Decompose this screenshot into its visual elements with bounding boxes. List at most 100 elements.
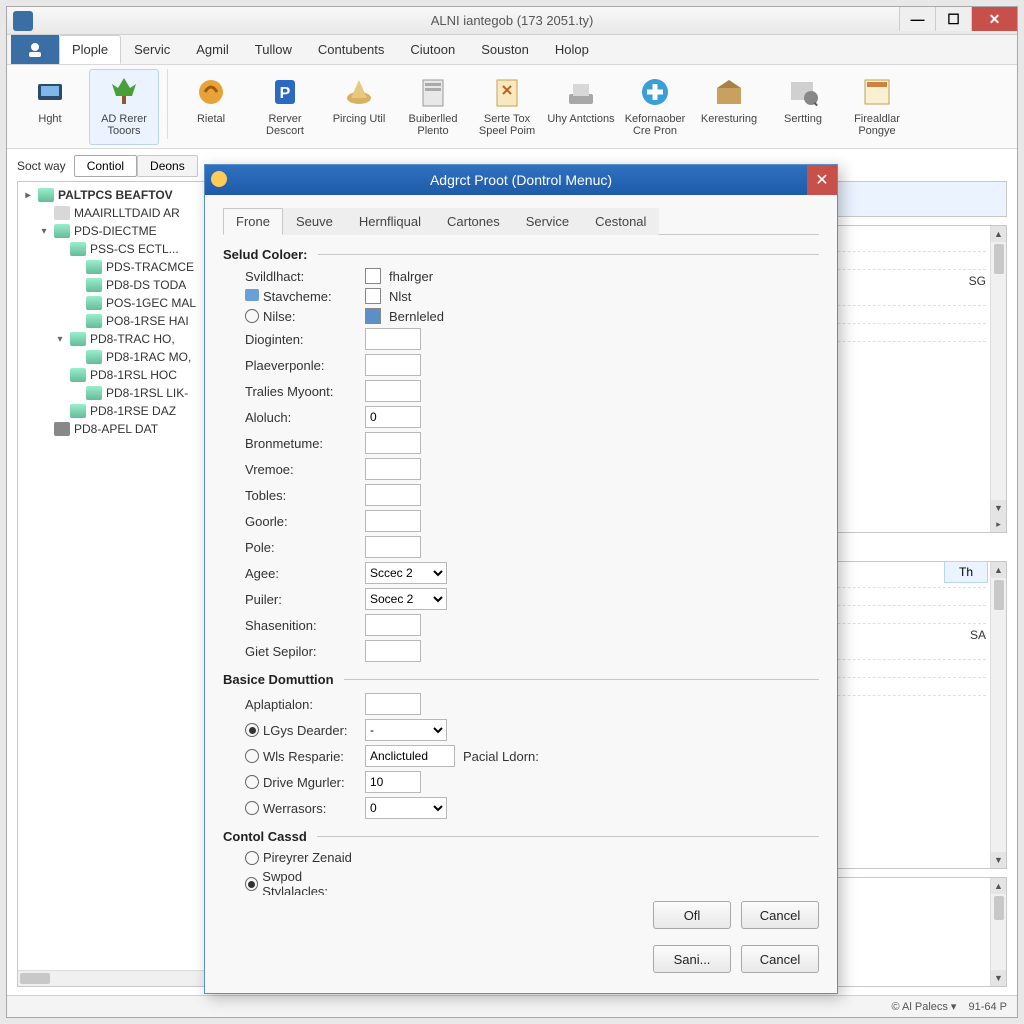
dialog-close-button[interactable]: ✕	[807, 165, 837, 195]
panel-1-scrollbar[interactable]: ▲ ▼ ▸	[990, 226, 1006, 532]
tree-item[interactable]: PD8-1RSE DAZ	[20, 402, 214, 420]
ribbon-icon	[489, 74, 525, 110]
menu-ciutoon[interactable]: Ciutoon	[397, 35, 468, 64]
titlebar: ALNI iantegob (173 2051.ty) — ☐ ✕	[7, 7, 1017, 35]
select-input[interactable]: Sccec 2	[365, 562, 447, 584]
panel-3-scrollbar[interactable]: ▲ ▼	[990, 878, 1006, 986]
ribbon-keresturing[interactable]: Keresturing	[694, 69, 764, 145]
text-input[interactable]	[365, 510, 421, 532]
menu-tullow[interactable]: Tullow	[242, 35, 305, 64]
dialog-tab-cartones[interactable]: Cartones	[434, 208, 513, 235]
twisty-icon[interactable]: ▾	[38, 226, 50, 237]
node-label: PD8-1RSE DAZ	[90, 404, 176, 418]
menu-agmil[interactable]: Agmil	[183, 35, 242, 64]
menu-plople[interactable]: Plople	[59, 35, 121, 64]
ribbon-firealdlar-pongye[interactable]: Firealdlar Pongye	[842, 69, 912, 145]
ribbon-rietal[interactable]: Rietal	[176, 69, 246, 145]
text-input[interactable]	[365, 380, 421, 402]
dialog-tab-cestonal[interactable]: Cestonal	[582, 208, 659, 235]
tree-item[interactable]: PSS-CS ECTL...	[20, 240, 214, 258]
menu-contubents[interactable]: Contubents	[305, 35, 398, 64]
dialog-tab-seuve[interactable]: Seuve	[283, 208, 346, 235]
tree-item[interactable]: PD8-1RSL LIK-	[20, 384, 214, 402]
text-input[interactable]	[365, 354, 421, 376]
cancel-button-2[interactable]: Cancel	[741, 945, 819, 973]
ribbon-kefornaober-cre-pron[interactable]: Kefornaober Cre Pron	[620, 69, 690, 145]
tree-item[interactable]: PD8-APEL DAT	[20, 420, 214, 438]
tree-item[interactable]: PD8-1RAC MO,	[20, 348, 214, 366]
left-tab-deons[interactable]: Deons	[137, 155, 198, 177]
group-1-title: Selud Coloer:	[223, 247, 819, 262]
text-input[interactable]	[365, 536, 421, 558]
field-label: Werrasors:	[245, 801, 365, 816]
radio-icon[interactable]	[245, 775, 259, 789]
radio-icon[interactable]	[245, 749, 259, 763]
tree-item[interactable]: PD8-1RSL HOC	[20, 366, 214, 384]
text-input[interactable]	[365, 640, 421, 662]
maximize-button[interactable]: ☐	[935, 7, 971, 31]
field-label: Tralies Myoont:	[245, 384, 365, 399]
tree-item[interactable]: MAAIRLLTDAID AR	[20, 204, 214, 222]
radio-icon[interactable]	[245, 309, 259, 323]
field-label: Goorle:	[245, 514, 365, 529]
cancel-button-1[interactable]: Cancel	[741, 901, 819, 929]
menu-servic[interactable]: Servic	[121, 35, 183, 64]
close-button[interactable]: ✕	[971, 7, 1017, 31]
ribbon-serte-tox-speel-poim[interactable]: Serte Tox Speel Poim	[472, 69, 542, 145]
ribbon-hght[interactable]: Hght	[15, 69, 85, 145]
panel-2-tab[interactable]: Th	[944, 561, 988, 583]
checkbox[interactable]	[365, 288, 381, 304]
tree-item[interactable]: POS-1GEC MAL	[20, 294, 214, 312]
select-input[interactable]: -	[365, 719, 447, 741]
ok-button[interactable]: Ofl	[653, 901, 731, 929]
tree-item[interactable]: ▾PD8-TRAC HO,	[20, 330, 214, 348]
twisty-icon[interactable]: ▸	[22, 190, 34, 201]
menu-souston[interactable]: Souston	[468, 35, 542, 64]
field-label: Aplaptialon:	[245, 697, 365, 712]
radio-icon[interactable]	[245, 723, 259, 737]
text-input[interactable]	[365, 484, 421, 506]
node-icon	[38, 188, 54, 202]
select-input[interactable]: Socec 2	[365, 588, 447, 610]
tree-item[interactable]: PDS-TRACMCE	[20, 258, 214, 276]
after-label: Nlst	[389, 289, 411, 304]
dialog-tab-frone[interactable]: Frone	[223, 208, 283, 235]
text-input[interactable]	[365, 432, 421, 454]
ribbon-rerver-descort[interactable]: PRerver Descort	[250, 69, 320, 145]
left-tab-contiol[interactable]: Contiol	[74, 155, 137, 177]
text-input[interactable]	[365, 458, 421, 480]
tree-item[interactable]: ▾PDS-DIECTME	[20, 222, 214, 240]
text-input[interactable]	[365, 614, 421, 636]
minimize-button[interactable]: —	[899, 7, 935, 31]
ribbon-pircing-util[interactable]: Pircing Util	[324, 69, 394, 145]
g3-row: Swpod Stylalacles:	[245, 869, 819, 895]
twisty-icon[interactable]: ▾	[54, 334, 66, 345]
text-input[interactable]	[365, 406, 421, 428]
tree-h-scrollbar[interactable]	[18, 970, 216, 986]
tree-item[interactable]: ▸PALTPCS BEAFTOV	[20, 186, 214, 204]
ribbon-sertting[interactable]: Sertting	[768, 69, 838, 145]
dialog-tab-service[interactable]: Service	[513, 208, 582, 235]
ribbon-buiberlled-plento[interactable]: Buiberlled Plento	[398, 69, 468, 145]
radio-icon[interactable]	[245, 851, 259, 865]
text-input[interactable]	[365, 693, 421, 715]
dialog-tab-hernfliqual[interactable]: Hernfliqual	[346, 208, 434, 235]
text-input[interactable]	[365, 771, 421, 793]
menu-holop[interactable]: Holop	[542, 35, 602, 64]
radio-icon[interactable]	[245, 801, 259, 815]
app-menu-icon[interactable]	[11, 35, 59, 64]
ribbon-ad-rerer-tooors[interactable]: AD Rerer Tooors	[89, 69, 159, 145]
tree-item[interactable]: PD8-DS TODA	[20, 276, 214, 294]
panel-2-scrollbar[interactable]: ▲ ▼	[990, 562, 1006, 868]
select-input[interactable]: 0	[365, 797, 447, 819]
sani-button[interactable]: Sani...	[653, 945, 731, 973]
node-icon	[86, 278, 102, 292]
ribbon-uhy-antctions[interactable]: Uhy Antctions	[546, 69, 616, 145]
radio-icon[interactable]	[245, 877, 258, 891]
text-input[interactable]	[365, 328, 421, 350]
checkbox[interactable]	[365, 268, 381, 284]
tree[interactable]: ▸PALTPCS BEAFTOVMAAIRLLTDAID AR▾PDS-DIEC…	[18, 182, 216, 442]
tree-item[interactable]: PO8-1RSE HAI	[20, 312, 214, 330]
checkbox[interactable]	[365, 308, 381, 324]
text-input[interactable]	[365, 745, 455, 767]
